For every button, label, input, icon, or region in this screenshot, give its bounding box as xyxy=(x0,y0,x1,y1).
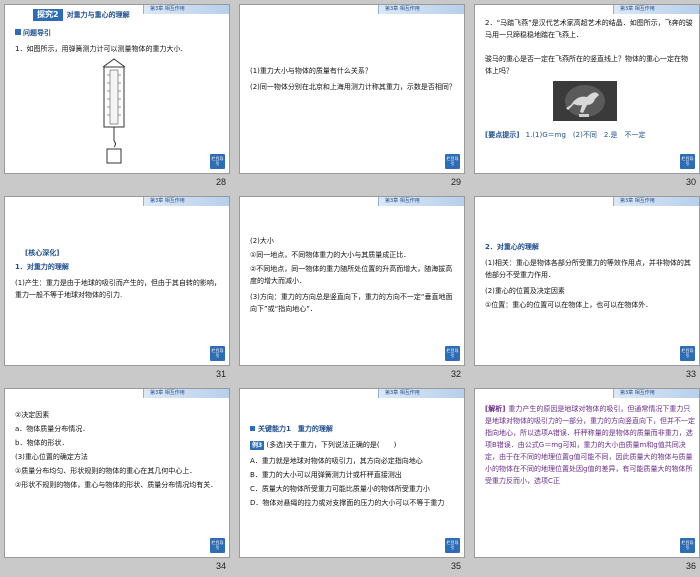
subhead: [核心深化] xyxy=(25,249,60,257)
section-title: 对重力与重心的理解 xyxy=(66,11,130,19)
corner-nav-button[interactable]: 栏目导引 xyxy=(680,346,695,361)
body-text: (2)同一物体分别在北京和上海用测力计称其重力，示数是否相同？ xyxy=(250,83,456,91)
section-title: 2．对重心的理解 xyxy=(485,243,539,251)
slide-thumbnail[interactable]: 第3章 相互作用 2．对重心的理解 (1)相关：重心是物体各部分所受重力的等效作… xyxy=(474,196,700,383)
slide-number: 32 xyxy=(450,369,461,379)
corner-nav-button[interactable]: 栏目导引 xyxy=(445,346,460,361)
subhead: 关键能力1 重力的理解 xyxy=(250,423,333,435)
option-b: B．重力的大小可以用弹簧测力计或杆秤直接测出 xyxy=(250,471,402,479)
corner-nav-button[interactable]: 栏目导引 xyxy=(210,346,225,361)
chapter-nav[interactable]: 第3章 相互作用 xyxy=(613,197,699,206)
body-text: 骏马的重心是否一定在飞燕所在的竖直线上？物体的重心一定在物体上吗？ xyxy=(485,55,688,75)
body-text: (1)相关：重心是物体各部分所受重力的等效作用点，并非物体的其他部分不受重力作用… xyxy=(485,259,691,279)
tip-line: [要点提示] 1.(1)G＝mg (2)不同 2.是 不一定 xyxy=(485,131,646,139)
body-text: 1．如图所示，用弹簧测力计可以测量物体的重力大小. xyxy=(15,45,183,53)
spring-scale-figure xyxy=(102,58,126,164)
corner-nav-button[interactable]: 栏目导引 xyxy=(445,538,460,553)
slide-number: 30 xyxy=(685,177,696,187)
flag-icon xyxy=(15,29,21,35)
slide-thumbnail[interactable]: 第3章 相互作用 (1)重力大小与物体的质量有什么关系？ (2)同一物体分别在北… xyxy=(239,4,465,191)
slide-content: 第3章 相互作用 (2)大小 ①同一地点，不同物体重力的大小与其质量成正比． ②… xyxy=(239,196,465,366)
slide-number: 36 xyxy=(685,561,696,571)
body-text: 2．“马踏飞燕”是汉代艺术家高超艺术的结晶．如图所示，飞奔的骏马用一只蹄稳稳地踏… xyxy=(485,19,693,39)
question-line: 例3 (多选)关于重力，下列说法正确的是( ) xyxy=(250,441,397,450)
slide-content: 第3章 相互作用 关键能力1 重力的理解 例3 (多选)关于重力，下列说法正确的… xyxy=(239,388,465,558)
slide-thumbnail[interactable]: 第3章 相互作用 2．“马踏飞燕”是汉代艺术家高超艺术的结晶．如图所示，飞奔的骏… xyxy=(474,4,700,191)
slide-thumbnail[interactable]: 第3章 相互作用 [解析] 重力产生的原因是地球对物体的吸引，但通常情况下重力只是… xyxy=(474,388,700,575)
option-d: D．物体对悬绳的拉力或对支撑面的压力的大小可以不等于重力 xyxy=(250,499,445,507)
chapter-nav[interactable]: 第3章 相互作用 xyxy=(378,5,464,14)
slide-number: 29 xyxy=(450,177,461,187)
slide-content: 第3章 相互作用 探究2 对重力与重心的理解 问题导引 1．如图所示，用弹簧测力… xyxy=(4,4,230,174)
square-icon xyxy=(250,426,255,431)
corner-nav-button[interactable]: 栏目导引 xyxy=(210,538,225,553)
body-text: a．物体质量分布情况． xyxy=(15,425,90,433)
corner-nav-button[interactable]: 栏目导引 xyxy=(445,154,460,169)
body-text: ②不同地点，同一物体的重力随所处位置的升高而增大，随海拔高度的增大而减小． xyxy=(250,265,453,285)
slide-thumbnail[interactable]: 第3章 相互作用 (2)大小 ①同一地点，不同物体重力的大小与其质量成正比． ②… xyxy=(239,196,465,383)
section-tag: 探究2 xyxy=(33,9,63,21)
slide-content: 第3章 相互作用 ②决定因素 a．物体质量分布情况． b．物体的形状． (3)重… xyxy=(4,388,230,558)
slide-content: 第3章 相互作用 [解析] 重力产生的原因是地球对物体的吸引，但通常情况下重力只是… xyxy=(474,388,700,558)
chapter-nav[interactable]: 第3章 相互作用 xyxy=(613,5,699,14)
option-a: A．重力就是地球对物体的吸引力，其方向必定指向地心 xyxy=(250,457,423,465)
chapter-nav[interactable]: 第3章 相互作用 xyxy=(143,197,229,206)
subhead: 问题导引 xyxy=(15,27,51,39)
slide-thumbnail[interactable]: 第3章 相互作用 探究2 对重力与重心的理解 问题导引 1．如图所示，用弹簧测力… xyxy=(4,4,230,191)
body-text: (2)重心的位置及决定因素 xyxy=(485,287,565,295)
chapter-nav[interactable]: 第3章 相互作用 xyxy=(143,5,229,14)
galloping-horse-photo xyxy=(553,81,617,121)
section-title: 1．对重力的理解 xyxy=(15,263,69,271)
chapter-nav[interactable]: 第3章 相互作用 xyxy=(378,389,464,398)
slide-thumbnail[interactable]: 第3章 相互作用 ②决定因素 a．物体质量分布情况． b．物体的形状． (3)重… xyxy=(4,388,230,575)
slide-thumbnail[interactable]: 第3章 相互作用 关键能力1 重力的理解 例3 (多选)关于重力，下列说法正确的… xyxy=(239,388,465,575)
slide-content: 第3章 相互作用 [核心深化] 1．对重力的理解 (1)产生：重力是由于地球的吸… xyxy=(4,196,230,366)
body-text: ②决定因素 xyxy=(15,411,50,419)
body-text: ①同一地点，不同物体重力的大小与其质量成正比． xyxy=(250,251,411,259)
slide-content: 第3章 相互作用 2．对重心的理解 (1)相关：重心是物体各部分所受重力的等效作… xyxy=(474,196,700,366)
body-text: (2)大小 xyxy=(250,237,274,245)
slide-thumbnail[interactable]: 第3章 相互作用 [核心深化] 1．对重力的理解 (1)产生：重力是由于地球的吸… xyxy=(4,196,230,383)
body-text: b．物体的形状． xyxy=(15,439,69,447)
body-text: ①位置：重心的位置可以在物体上，也可以在物体外． xyxy=(485,301,653,309)
body-text: ②形状不规则的物体，重心与物体的形状、质量分布情况均有关． xyxy=(15,481,218,489)
slide-content: 第3章 相互作用 (1)重力大小与物体的质量有什么关系？ (2)同一物体分别在北… xyxy=(239,4,465,174)
slide-number: 35 xyxy=(450,561,461,571)
analysis-text: [解析] 重力产生的原因是地球对物体的吸引，但通常情况下重力只是地球对物体的吸引力… xyxy=(485,405,695,485)
slide-number: 31 xyxy=(215,369,226,379)
option-c: C．质量大的物体所受重力可能比质量小的物体所受重力小 xyxy=(250,485,430,493)
chapter-nav[interactable]: 第3章 相互作用 xyxy=(613,389,699,398)
slide-number: 28 xyxy=(215,177,226,187)
slide-number: 33 xyxy=(685,369,696,379)
slide-number: 34 xyxy=(215,561,226,571)
corner-nav-button[interactable]: 栏目导引 xyxy=(680,538,695,553)
body-text: (3)重心位置的确定方法 xyxy=(15,453,88,461)
chapter-nav[interactable]: 第3章 相互作用 xyxy=(378,197,464,206)
corner-nav-button[interactable]: 栏目导引 xyxy=(210,154,225,169)
corner-nav-button[interactable]: 栏目导引 xyxy=(680,154,695,169)
slide-content: 第3章 相互作用 2．“马踏飞燕”是汉代艺术家高超艺术的结晶．如图所示，飞奔的骏… xyxy=(474,4,700,174)
body-text: (1)产生：重力是由于地球的吸引而产生的，但由于其自转的影响，重力一般不等于地球… xyxy=(15,279,221,299)
body-text: (3)方向：重力的方向总是竖直向下，重力的方向不一定“垂直地面向下”或“指向地心… xyxy=(250,293,453,313)
body-text: ①质量分布均匀、形状规则的物体的重心在其几何中心上． xyxy=(15,467,197,475)
chapter-nav[interactable]: 第3章 相互作用 xyxy=(143,389,229,398)
slide-grid: 第3章 相互作用 探究2 对重力与重心的理解 问题导引 1．如图所示，用弹簧测力… xyxy=(4,4,700,575)
body-text: (1)重力大小与物体的质量有什么关系？ xyxy=(250,67,372,75)
example-tag: 例3 xyxy=(250,441,265,450)
